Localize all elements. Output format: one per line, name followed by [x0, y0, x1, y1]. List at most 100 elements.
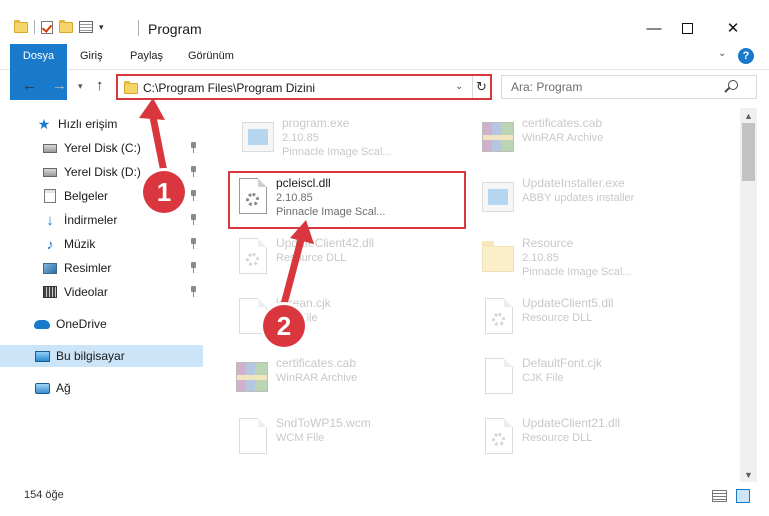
pictures-icon — [42, 260, 58, 276]
sidebar-item-quick-access[interactable]: ★ Hızlı erişim — [0, 113, 203, 135]
file-name: UpdateClient5.dll — [522, 296, 614, 310]
dll-icon — [482, 418, 516, 456]
ribbon-expand-icon[interactable]: ⌄ — [718, 48, 726, 59]
pin-icon[interactable] — [190, 262, 197, 273]
scroll-up-icon[interactable]: ▲ — [744, 111, 753, 121]
address-path[interactable]: C:\Program Files\Program Dizini — [143, 81, 315, 95]
file-list: program.exe 2.10.85 Pinnacle Image Scal.… — [206, 108, 740, 480]
ribbon-tabs: Dosya Giriş Paylaş Görünüm ⌄ ? — [0, 44, 769, 100]
sidebar-item-label: Yerel Disk (C:) — [64, 141, 141, 155]
callout-two: 2 — [263, 305, 305, 347]
tab-share[interactable]: Paylaş — [130, 44, 163, 69]
sidebar-item-label: Belgeler — [64, 189, 109, 203]
forward-button[interactable]: → — [52, 77, 67, 94]
sidebar-item-videos[interactable]: Videolar — [0, 281, 203, 303]
qat-dropdown-icon[interactable]: ▾ — [99, 22, 104, 33]
qat-separator — [34, 20, 35, 34]
file-detail: CJK File — [522, 372, 564, 384]
list-item[interactable]: UpdateClient42.dll Resource DLL — [230, 230, 460, 286]
file-detail: Resource DLL — [276, 252, 347, 264]
details-view-icon[interactable] — [712, 490, 727, 502]
sidebar-item-downloads[interactable]: ↓ İndirmeler — [0, 209, 203, 231]
title-separator — [138, 20, 139, 36]
network-icon — [34, 380, 50, 396]
file-detail: WinRAR Archive — [276, 372, 358, 384]
sidebar-item-label: Hızlı erişim — [58, 117, 118, 131]
file-detail: ABBY updates installer — [522, 192, 635, 204]
file-name: program.exe — [282, 116, 350, 130]
file-detail: Resource DLL — [522, 312, 593, 324]
help-icon[interactable]: ? — [738, 48, 754, 64]
tab-home[interactable]: Giriş — [80, 44, 103, 69]
refresh-icon[interactable]: ↻ — [476, 79, 487, 95]
recent-locations-icon[interactable]: ▾ — [78, 81, 83, 92]
file-detail: Pinnacle Image Scal... — [282, 146, 392, 158]
tab-view[interactable]: Görünüm — [188, 44, 234, 69]
documents-icon — [42, 188, 58, 204]
vertical-scrollbar[interactable]: ▲ ▼ — [740, 108, 757, 482]
search-icon[interactable] — [728, 80, 738, 90]
list-item[interactable]: program.exe 2.10.85 Pinnacle Image Scal.… — [236, 110, 466, 166]
search-placeholder: Ara: Program — [511, 80, 583, 94]
sidebar-item-disk-c[interactable]: Yerel Disk (C:) — [0, 137, 203, 159]
pin-icon[interactable] — [190, 190, 197, 201]
up-button[interactable]: ↑ — [96, 77, 104, 94]
file-detail: 2.10.85 — [282, 132, 319, 144]
sidebar-item-label: Bu bilgisayar — [56, 349, 125, 363]
sidebar-item-label: İndirmeler — [64, 213, 118, 227]
list-item[interactable]: UpdateInstaller.exe ABBY updates install… — [476, 170, 706, 226]
folder-icon — [124, 81, 138, 94]
new-folder-icon[interactable] — [59, 19, 73, 33]
address-divider — [472, 76, 473, 98]
file-name: certificates.cab — [522, 116, 603, 130]
downloads-icon: ↓ — [46, 211, 54, 229]
search-input[interactable]: Ara: Program — [501, 75, 757, 99]
properties-check-icon[interactable] — [41, 20, 53, 34]
sidebar-item-this-pc[interactable]: Bu bilgisayar — [0, 345, 203, 367]
pin-icon[interactable] — [190, 286, 197, 297]
maximize-button[interactable] — [664, 14, 710, 42]
file-icon — [236, 418, 270, 456]
address-dropdown-icon[interactable]: ⌄ — [455, 81, 463, 92]
drive-icon — [42, 164, 58, 180]
sidebar-item-pictures[interactable]: Resimler — [0, 257, 203, 279]
navigation-pane: ★ Hızlı erişim Yerel Disk (C:) Yerel Dis… — [0, 108, 206, 488]
onedrive-icon — [34, 316, 50, 332]
pin-icon[interactable] — [190, 142, 197, 153]
large-icons-view-icon[interactable] — [736, 489, 750, 503]
file-name: SndToWP15.wcm — [276, 416, 371, 430]
sidebar-item-label: Resimler — [64, 261, 112, 275]
scroll-down-icon[interactable]: ▼ — [744, 470, 753, 480]
list-item[interactable]: UpdateClient5.dll Resource DLL — [476, 290, 706, 346]
title-bar: ▾ Program — ✕ — [0, 0, 769, 42]
status-bar: 154 öğe — [0, 486, 769, 508]
close-button[interactable]: ✕ — [710, 14, 756, 42]
star-icon: ★ — [37, 115, 51, 132]
folder-icon[interactable] — [14, 19, 28, 33]
selected-file-highlight — [228, 171, 466, 229]
list-item[interactable]: SndToWP15.wcm WCM File — [230, 410, 460, 466]
music-icon: ♪ — [46, 236, 54, 252]
pin-icon[interactable] — [190, 214, 197, 225]
file-name: UpdateClient42.dll — [276, 236, 375, 250]
file-name: certificates.cab — [276, 356, 357, 370]
customize-icon[interactable] — [79, 21, 93, 33]
sidebar-item-label: Videolar — [64, 285, 108, 299]
exe-icon — [242, 118, 276, 156]
file-name: UpdateInstaller.exe — [522, 176, 625, 190]
pin-icon[interactable] — [190, 166, 197, 177]
file-detail: Pinnacle Image Scal... — [522, 266, 632, 278]
sidebar-item-music[interactable]: ♪ Müzik — [0, 233, 203, 255]
list-item[interactable]: Resource 2.10.85 Pinnacle Image Scal... — [476, 230, 706, 286]
list-item[interactable]: certificates.cab WinRAR Archive — [476, 110, 706, 166]
back-button[interactable]: ← — [22, 77, 37, 94]
scroll-thumb[interactable] — [742, 123, 755, 181]
address-bar[interactable]: C:\Program Files\Program Dizini ⌄ ↻ — [116, 74, 492, 100]
list-item[interactable]: UpdateClient21.dll Resource DLL — [476, 410, 706, 466]
sidebar-item-network[interactable]: Ağ — [0, 377, 203, 399]
list-item[interactable]: certificates.cab WinRAR Archive — [230, 350, 460, 406]
sidebar-item-onedrive[interactable]: OneDrive — [0, 313, 203, 335]
sidebar-item-label: Ağ — [56, 381, 71, 395]
pin-icon[interactable] — [190, 238, 197, 249]
list-item[interactable]: DefaultFont.cjk CJK File — [476, 350, 706, 406]
